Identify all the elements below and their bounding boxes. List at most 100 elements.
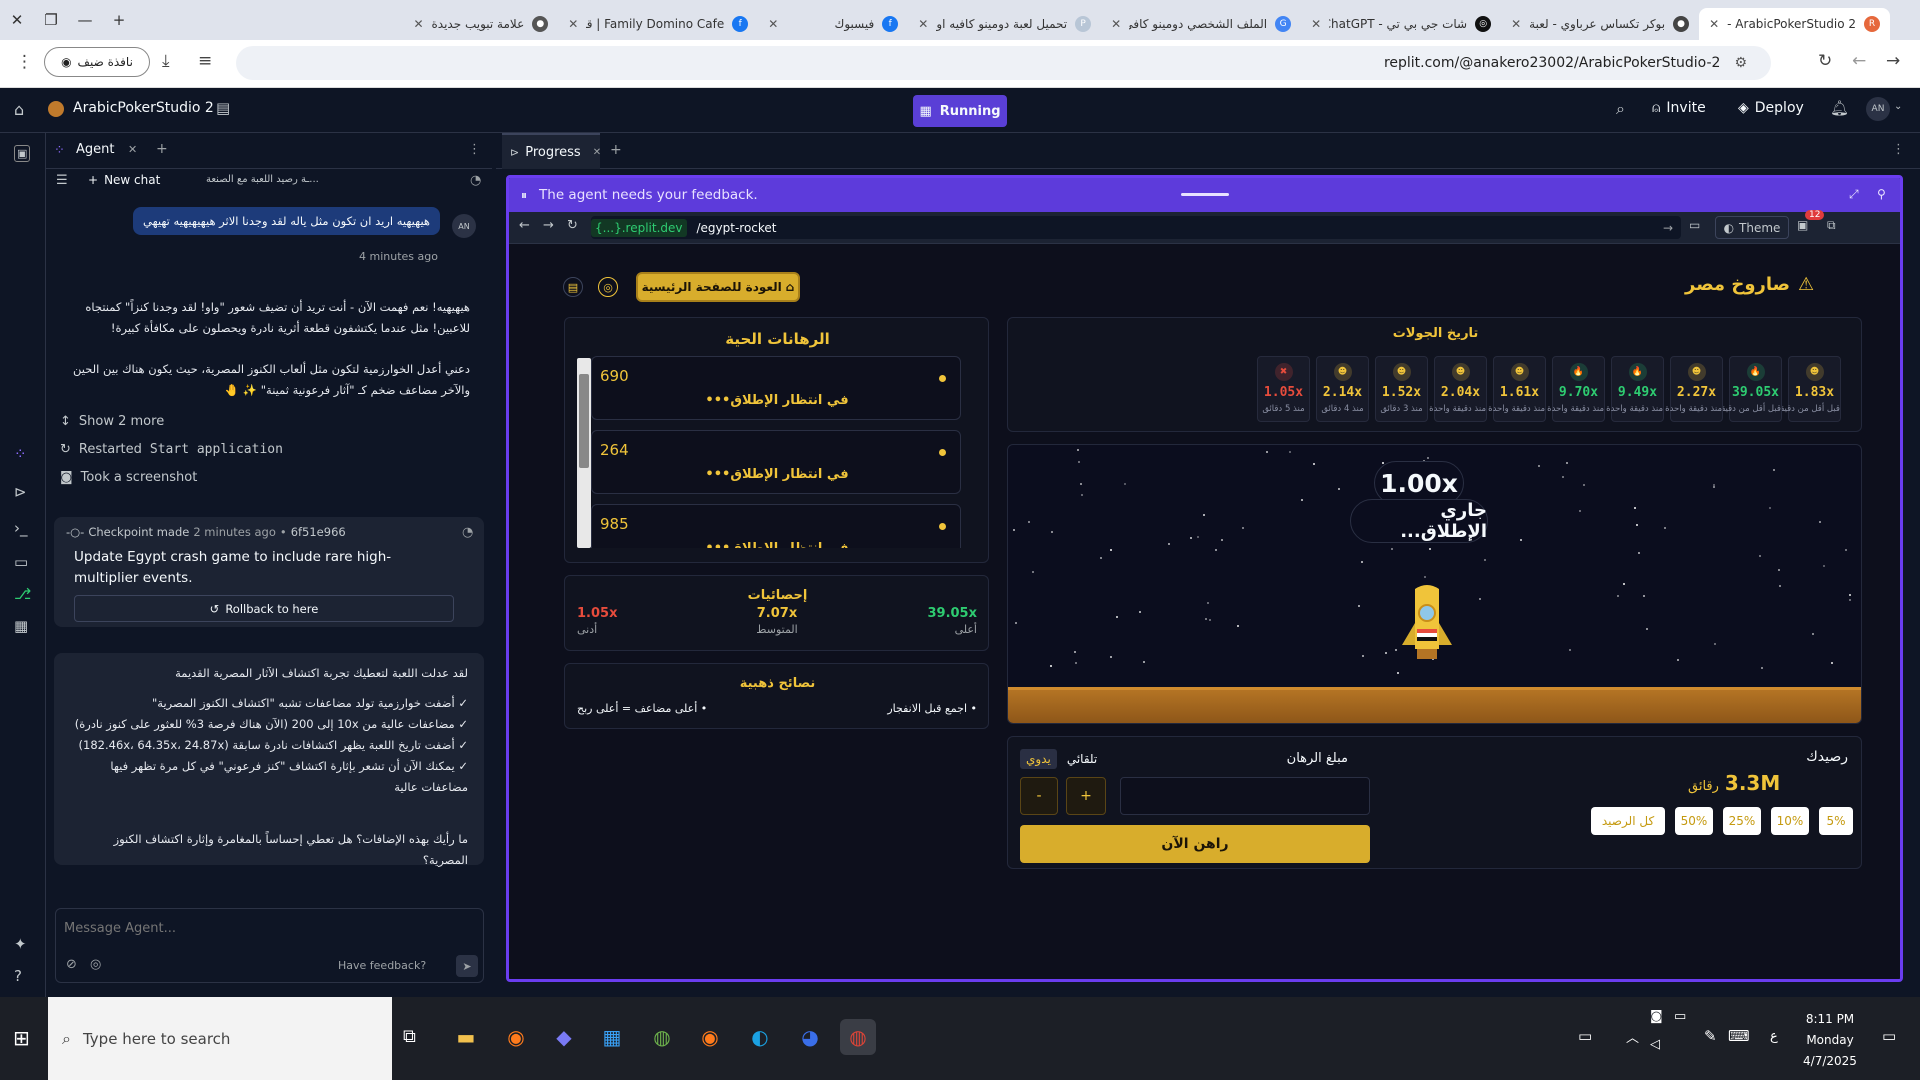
- sparkle-icon[interactable]: ✦: [14, 935, 27, 953]
- file-explorer-icon[interactable]: ▬: [448, 1019, 484, 1055]
- new-chat-button[interactable]: + New chat: [88, 173, 160, 187]
- percent-bet-button[interactable]: 10%: [1771, 807, 1809, 835]
- settings-icon[interactable]: ◎: [90, 957, 101, 972]
- browser-tab[interactable]: P تحميل لعبة دومينو كافيه او ✕: [908, 8, 1101, 40]
- add-tab-icon[interactable]: +: [156, 141, 168, 157]
- volume-icon[interactable]: ◁: [1650, 1037, 1660, 1052]
- new-tab-icon[interactable]: +: [102, 0, 136, 40]
- files-icon[interactable]: ▣: [14, 145, 31, 162]
- browser-tab[interactable]: ● علامة تبويب جديدة ✕: [403, 8, 558, 40]
- keyboard-layout-icon[interactable]: ▭: [1578, 1027, 1592, 1045]
- windows-start-icon[interactable]: ⊞: [13, 1026, 30, 1050]
- auto-mode-toggle[interactable]: تلقائي: [1067, 752, 1097, 766]
- camera-tray-icon[interactable]: ◙: [1650, 1009, 1663, 1024]
- add-pane-tab-icon[interactable]: +: [610, 142, 622, 158]
- browser-tab[interactable]: f فيسبوك ✕: [758, 8, 908, 40]
- url-field[interactable]: replit.com/@anakero23002/ArabicPokerStud…: [236, 46, 1771, 80]
- back-home-button[interactable]: ⌂ العودة للصفحة الرئيسية: [636, 272, 800, 302]
- percent-bet-button[interactable]: كل الرصيد: [1591, 807, 1665, 835]
- help-icon[interactable]: ?: [14, 967, 22, 985]
- tab-close-icon[interactable]: ✕: [568, 17, 578, 31]
- bell-icon[interactable]: 🔔︎: [1830, 99, 1849, 117]
- browser-tab[interactable]: ◎ شات جي بي تي - ChatGPT ✕: [1301, 8, 1501, 40]
- close-window-icon[interactable]: ✕: [0, 0, 34, 40]
- chat-title-dropdown[interactable]: ...ـة رصيد اللعبة مع الصنعة: [206, 174, 319, 185]
- sound-icon[interactable]: ▤: [563, 277, 583, 297]
- user-avatar[interactable]: AN: [1866, 97, 1890, 121]
- checkpoint-history-icon[interactable]: ◔: [462, 525, 473, 540]
- forward-icon[interactable]: →: [1886, 51, 1900, 71]
- input-language[interactable]: ع: [1770, 1029, 1778, 1044]
- web-back-icon[interactable]: ←: [519, 218, 530, 233]
- run-button[interactable]: ▦ Running: [913, 95, 1007, 127]
- edge-icon[interactable]: ◐: [742, 1019, 778, 1055]
- project-info-icon[interactable]: ▤: [216, 99, 230, 117]
- percent-bet-button[interactable]: 5%: [1819, 807, 1853, 835]
- tab-close-icon[interactable]: ✕: [918, 17, 928, 31]
- clock[interactable]: 8:11 PM Monday 4/7/2025: [1790, 1009, 1870, 1072]
- touch-keyboard-icon[interactable]: ⌨: [1728, 1027, 1750, 1045]
- browser-tab[interactable]: G الملف الشخصي دومينو كافي ✕: [1101, 8, 1301, 40]
- web-forward-icon[interactable]: →: [543, 218, 554, 233]
- deploy-button[interactable]: ◈ Deploy: [1738, 100, 1804, 116]
- have-feedback-link[interactable]: Have feedback?: [338, 959, 426, 972]
- app-icon[interactable]: ◕: [792, 1019, 828, 1055]
- manual-mode-toggle[interactable]: يدوي: [1020, 749, 1057, 769]
- network-icon[interactable]: ▭: [1674, 1009, 1686, 1024]
- close-progress-tab-icon[interactable]: ✕: [593, 147, 601, 158]
- agent-tab[interactable]: Agent: [76, 142, 114, 157]
- pen-icon[interactable]: ✎: [1704, 1027, 1717, 1045]
- send-icon[interactable]: ➤: [456, 955, 478, 977]
- console-icon[interactable]: ▭: [14, 553, 28, 571]
- restore-window-icon[interactable]: ❐: [34, 0, 68, 40]
- guest-window-button[interactable]: ◉ نافذة ضيف: [44, 47, 150, 77]
- open-new-window-icon[interactable]: ⧉: [1827, 218, 1836, 233]
- download-icon[interactable]: ⤓: [162, 51, 170, 71]
- git-icon[interactable]: ⎇: [14, 585, 31, 603]
- chrome-active-icon[interactable]: ◍: [840, 1019, 876, 1055]
- browser-tab[interactable]: f Family Domino Cafe | قية ✕: [558, 8, 758, 40]
- reading-list-icon[interactable]: ≡: [198, 51, 212, 71]
- web-url-field[interactable]: {...}.replit.dev /egypt-rocket →: [591, 216, 1681, 239]
- close-tab-icon[interactable]: ✕: [128, 143, 137, 156]
- tab-close-icon[interactable]: ✕: [1511, 17, 1521, 31]
- percent-bet-button[interactable]: 25%: [1723, 807, 1761, 835]
- web-reload-icon[interactable]: ↻: [567, 218, 578, 233]
- show-more-button[interactable]: ↕ Show 2 more: [60, 414, 164, 429]
- rollback-button[interactable]: ↺ Rollback to here: [74, 595, 454, 622]
- pin-icon[interactable]: ⚲: [1877, 187, 1886, 201]
- copilot-icon[interactable]: ◆: [546, 1019, 582, 1055]
- drag-handle[interactable]: [1181, 193, 1229, 196]
- minimize-window-icon[interactable]: —: [68, 0, 102, 40]
- search-icon[interactable]: ⌕: [1616, 99, 1625, 119]
- reload-icon[interactable]: ↻: [1818, 51, 1832, 71]
- chrome-profile-icon[interactable]: ◍: [644, 1019, 680, 1055]
- task-view-icon[interactable]: ⧉: [403, 1026, 416, 1047]
- preview-icon[interactable]: ⊳: [14, 483, 27, 501]
- browser-tab[interactable]: ● بوكر تكساس عرباوي - لعبة ✕: [1501, 8, 1699, 40]
- notification-center-icon[interactable]: ▭: [1882, 1027, 1896, 1045]
- increase-bet-button[interactable]: +: [1066, 777, 1106, 815]
- project-name[interactable]: ArabicPokerStudio 2: [73, 100, 214, 116]
- shell-icon[interactable]: ›_: [14, 519, 28, 537]
- tab-close-icon[interactable]: ✕: [1311, 17, 1321, 31]
- tab-close-icon[interactable]: ✕: [413, 17, 423, 31]
- invite-button[interactable]: ⍝ Invite: [1652, 100, 1706, 116]
- tray-chevron-icon[interactable]: ︿: [1626, 1027, 1639, 1046]
- go-icon[interactable]: →: [1663, 221, 1673, 235]
- tab-close-icon[interactable]: ✕: [768, 17, 778, 31]
- chat-list-icon[interactable]: ☰: [56, 173, 68, 188]
- bet-amount-input[interactable]: [1120, 777, 1370, 815]
- progress-tab[interactable]: ⊳ Progress ✕: [502, 133, 601, 169]
- tab-close-icon[interactable]: ✕: [1111, 17, 1121, 31]
- firefox-2-icon[interactable]: ◉: [692, 1019, 728, 1055]
- more-options-icon[interactable]: ⋮: [468, 142, 481, 157]
- devices-icon[interactable]: ▭: [1689, 218, 1700, 232]
- firefox-icon[interactable]: ◉: [498, 1019, 534, 1055]
- decrease-bet-button[interactable]: -: [1020, 777, 1058, 815]
- devtools-icon[interactable]: ▣: [1797, 218, 1808, 232]
- all-tools-icon[interactable]: ▦: [14, 617, 28, 635]
- menu-dots-icon[interactable]: ⋮: [16, 52, 33, 72]
- taskbar-search[interactable]: ⌕ Type here to search: [48, 997, 392, 1080]
- site-settings-icon[interactable]: ⚙: [1734, 55, 1747, 71]
